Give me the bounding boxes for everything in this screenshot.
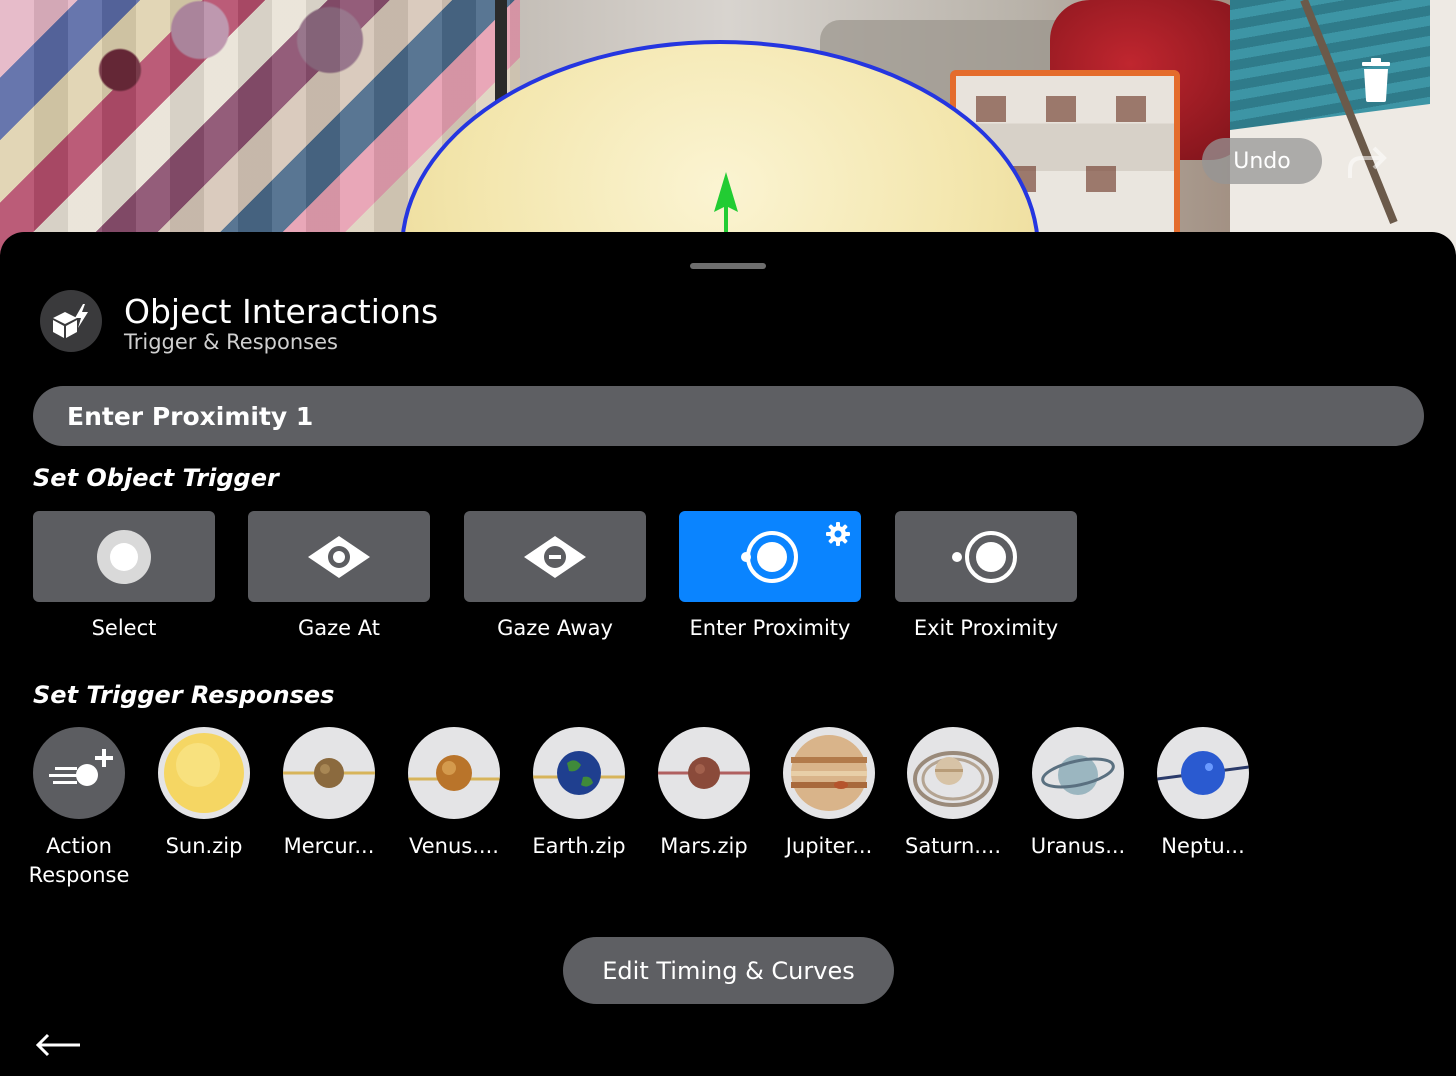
mercury-icon bbox=[283, 758, 375, 788]
trigger-gaze-at-button[interactable] bbox=[248, 511, 430, 602]
response-action-button[interactable] bbox=[33, 727, 125, 819]
object-interactions-icon bbox=[40, 290, 102, 352]
select-icon bbox=[97, 529, 151, 584]
trigger-label: Gaze At bbox=[298, 616, 380, 640]
trigger-exit-proximity-button[interactable] bbox=[895, 511, 1077, 602]
enter-proximity-icon bbox=[741, 530, 798, 583]
gear-icon[interactable] bbox=[825, 521, 851, 547]
response-label: Mercur... bbox=[283, 834, 375, 858]
response-venus-model[interactable] bbox=[408, 727, 500, 819]
ar-camera-view: Undo bbox=[0, 0, 1456, 260]
trigger-select-button[interactable] bbox=[33, 511, 215, 602]
neptune-icon bbox=[1157, 751, 1249, 795]
response-label: Neptu... bbox=[1161, 834, 1245, 858]
page-subtitle: Trigger & Responses bbox=[124, 330, 338, 354]
trigger-label: Select bbox=[91, 616, 157, 640]
response-label: Mars.zip bbox=[660, 834, 748, 858]
page-title: Object Interactions bbox=[124, 292, 439, 331]
jupiter-icon bbox=[791, 735, 867, 811]
sheet-grabber-handle[interactable] bbox=[690, 263, 766, 269]
sun-icon bbox=[164, 733, 244, 813]
response-label: Saturn.... bbox=[904, 834, 1002, 858]
undo-button[interactable]: Undo bbox=[1202, 138, 1322, 184]
trigger-label: Enter Proximity bbox=[689, 616, 851, 640]
trigger-label: Exit Proximity bbox=[913, 616, 1059, 640]
set-trigger-responses-heading: Set Trigger Responses bbox=[33, 681, 335, 709]
interaction-name-field[interactable] bbox=[33, 386, 1424, 446]
trigger-label: Gaze Away bbox=[497, 616, 613, 640]
response-label: Venus.... bbox=[409, 834, 499, 858]
earth-icon bbox=[533, 751, 625, 795]
response-mars-model[interactable] bbox=[658, 727, 750, 819]
eye-icon bbox=[308, 535, 370, 578]
uranus-icon bbox=[1041, 755, 1115, 795]
response-label: Uranus... bbox=[1030, 834, 1126, 858]
response-label: Sun.zip bbox=[165, 834, 243, 858]
response-mercury-model[interactable] bbox=[283, 727, 375, 819]
back-arrow-icon[interactable] bbox=[34, 1030, 84, 1060]
trigger-enter-proximity-button[interactable] bbox=[679, 511, 861, 602]
edit-timing-curves-button[interactable]: Edit Timing & Curves bbox=[563, 937, 894, 1004]
interactions-sheet: Object Interactions Trigger & Responses … bbox=[0, 232, 1456, 1076]
response-saturn-model[interactable] bbox=[907, 727, 999, 819]
response-label: Earth.zip bbox=[532, 834, 626, 858]
response-jupiter-model[interactable] bbox=[783, 727, 875, 819]
response-neptune-model[interactable] bbox=[1157, 727, 1249, 819]
eye-minus-icon bbox=[524, 535, 586, 578]
trigger-gaze-away-button[interactable] bbox=[464, 511, 646, 602]
saturn-icon bbox=[913, 751, 993, 807]
exit-proximity-icon bbox=[952, 530, 1017, 583]
ar-move-gizmo-arrow[interactable] bbox=[712, 172, 740, 232]
venus-icon bbox=[408, 755, 500, 791]
response-uranus-model[interactable] bbox=[1032, 727, 1124, 819]
action-add-icon bbox=[49, 749, 113, 786]
trash-icon[interactable] bbox=[1356, 58, 1396, 104]
redo-icon[interactable] bbox=[1344, 138, 1392, 184]
response-label: Action Response bbox=[28, 834, 130, 887]
response-sun-model[interactable] bbox=[158, 727, 250, 819]
response-earth-model[interactable] bbox=[533, 727, 625, 819]
response-label: Jupiter... bbox=[785, 834, 873, 858]
set-object-trigger-heading: Set Object Trigger bbox=[33, 464, 279, 492]
mars-icon bbox=[658, 757, 750, 789]
